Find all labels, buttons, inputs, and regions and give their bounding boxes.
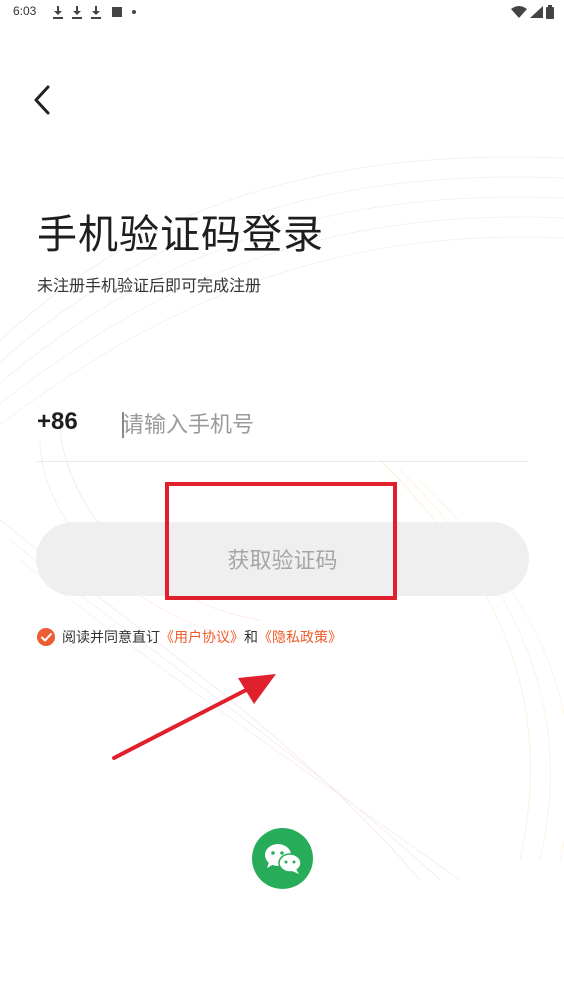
dot-icon [132,10,136,14]
wifi-icon [511,6,527,18]
chevron-left-icon [34,85,50,115]
text-caret [122,412,124,438]
agreement-text: 阅读并同意直订 [62,630,160,646]
photo-icon [112,7,122,17]
user-agreement-link[interactable]: 《用户协议》 [160,627,244,647]
wechat-login-button[interactable] [252,828,313,889]
privacy-policy-link[interactable]: 《隐私政策》 [258,627,342,647]
agreement-row: 阅读并同意直订 《用户协议》 和 《隐私政策》 [37,627,342,647]
check-icon [40,632,52,641]
agreement-checkbox[interactable] [37,628,55,646]
agreement-connector: 和 [244,630,258,646]
download-icon [52,5,64,19]
system-icons [511,5,554,19]
page-title: 手机验证码登录 [37,212,324,258]
status-bar: 6:03 [0,0,564,26]
arrow-annotation [112,674,276,760]
page-subtitle: 未注册手机验证后即可完成注册 [37,276,262,295]
phone-input[interactable] [118,403,522,447]
status-time: 6:03 [13,4,37,18]
back-button[interactable] [22,78,62,122]
signal-icon [530,6,543,18]
battery-icon [546,5,554,19]
country-code-selector[interactable]: +86 [37,408,78,436]
download-icon [90,5,102,19]
notification-icons [52,3,136,21]
input-divider [37,461,528,462]
download-icon [71,5,83,19]
highlight-annotation-box [165,482,397,600]
wechat-icon [264,843,302,874]
